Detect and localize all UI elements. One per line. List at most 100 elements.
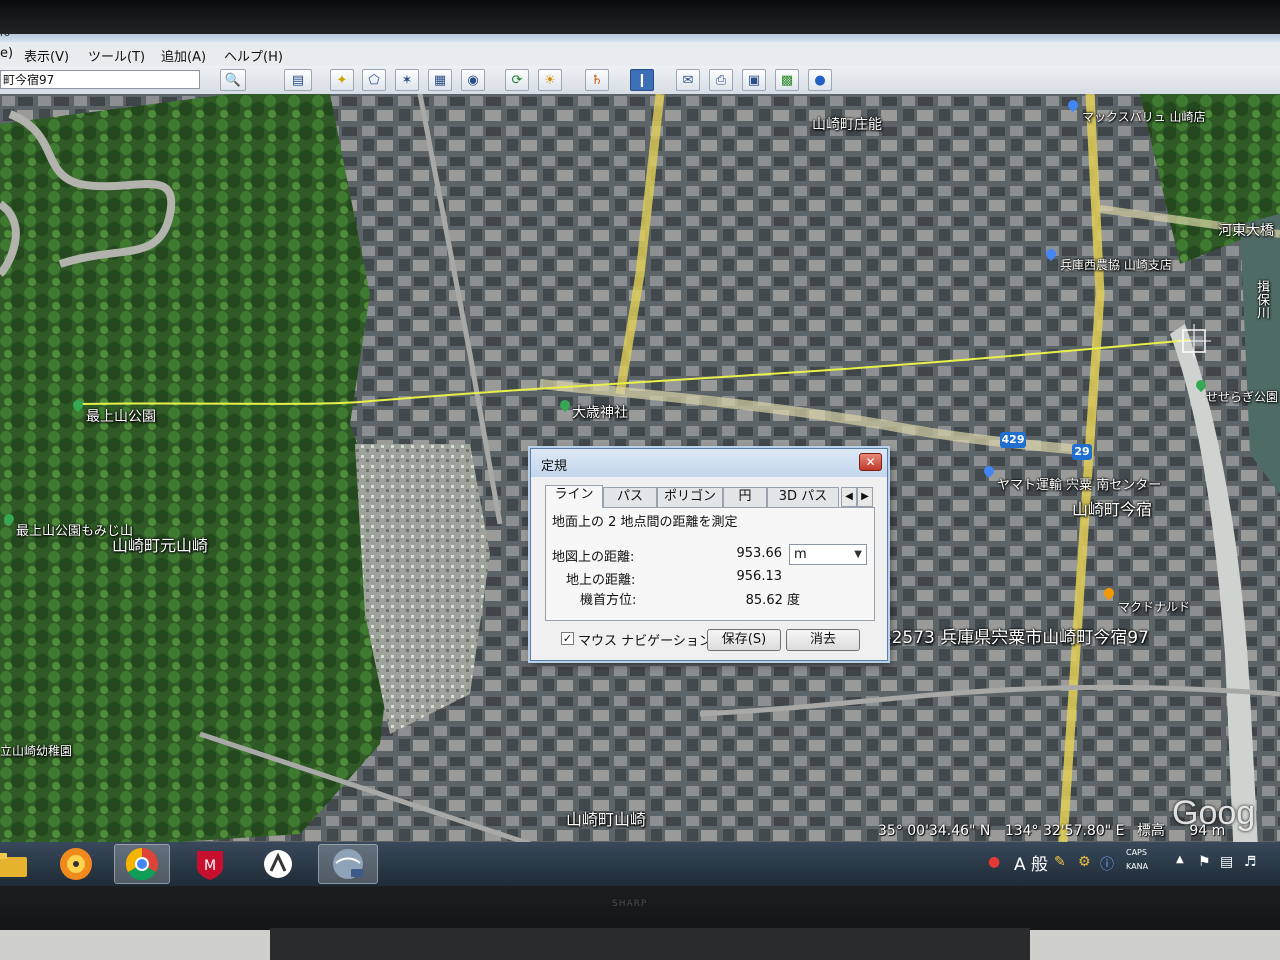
network-icon[interactable]: ▤ — [1220, 854, 1233, 870]
sunlight-icon[interactable]: ☀ — [538, 69, 562, 91]
line-tab-panel: 地面上の 2 地点間の距離を測定 地図上の距離: 953.66 m ▼ 地上の距… — [545, 507, 875, 621]
ground-distance-value: 956.13 — [736, 569, 783, 584]
map-label[interactable]: 揖保川 — [1252, 280, 1271, 319]
map-label[interactable]: マクドナルド — [1118, 598, 1190, 615]
map-label[interactable]: 山崎町庄能 — [812, 114, 882, 134]
ruler-icon[interactable]: ❙ — [630, 69, 654, 91]
mouse-navigation-checkbox[interactable]: ✓ — [561, 632, 574, 645]
show-hidden-icons-chevron-icon[interactable]: ▲ — [1176, 854, 1184, 865]
close-icon[interactable]: ✕ — [859, 453, 882, 471]
map-label[interactable]: せせらぎ公園 — [1206, 388, 1278, 405]
clear-button[interactable]: 消去 — [786, 629, 860, 651]
dialog-titlebar[interactable]: 定規 ✕ — [531, 449, 887, 477]
ime-pad-icon[interactable]: ✎ — [1054, 854, 1066, 870]
chrome-icon[interactable] — [114, 844, 170, 884]
heading-label: 機首方位: — [580, 593, 637, 608]
history-icon[interactable]: ⟳ — [505, 69, 529, 91]
menu-help[interactable]: ヘルプ(H) — [224, 46, 283, 65]
print-icon[interactable]: ⎙ — [709, 69, 733, 91]
placemark-icon[interactable]: ✦ — [330, 69, 354, 91]
map-label[interactable]: ヤマト運輸 宍粟 南センター — [997, 474, 1161, 493]
save-button[interactable]: 保存(S) — [707, 629, 781, 651]
tab-scroll-left-icon[interactable]: ◀ — [841, 487, 857, 507]
screen: ro e) 表示(V) ツール(T) 追加(A) ヘルプ(H) 町今宿97 🔍 … — [0, 34, 1280, 886]
ground-distance-label: 地上の距離: — [566, 573, 636, 588]
earth-icon[interactable]: ● — [808, 69, 832, 91]
media-player-icon[interactable] — [48, 844, 104, 884]
monitor-stand — [270, 928, 1030, 960]
svg-text:M: M — [204, 858, 216, 874]
menu-tools[interactable]: ツール(T) — [88, 46, 145, 65]
volume-icon[interactable]: ♬ — [1244, 854, 1257, 870]
latitude-readout: 35° 00'34.46" N — [878, 823, 991, 839]
tour-icon[interactable]: ◉ — [461, 69, 485, 91]
map-label[interactable]: 最上山公園 — [86, 406, 156, 426]
search-icon[interactable]: 🔍 — [220, 69, 246, 91]
path-icon[interactable]: ✶ — [395, 69, 419, 91]
map-distance-value: 953.66 — [736, 546, 783, 561]
map-label[interactable]: 山崎町山崎 — [566, 806, 646, 830]
map-label[interactable]: 山崎町元山崎 — [112, 532, 208, 556]
map-label[interactable]: 山崎町今宿 — [1072, 496, 1152, 520]
action-center-flag-icon[interactable]: ⚑ — [1198, 854, 1211, 870]
map-label[interactable]: 大歳神社 — [572, 402, 628, 422]
search-input[interactable]: 町今宿97 — [0, 70, 200, 89]
google-earth-pro-icon[interactable] — [318, 844, 378, 884]
email-icon[interactable]: ✉ — [676, 69, 700, 91]
planets-icon[interactable]: ♄ — [585, 69, 609, 91]
tab-line[interactable]: ライン — [545, 485, 603, 508]
menu-file-edge[interactable]: e) — [0, 46, 13, 61]
sidebar-icon[interactable]: ▤ — [284, 69, 312, 91]
tab-3d-path[interactable]: 3D パス — [767, 487, 839, 507]
file-explorer-icon[interactable] — [0, 844, 38, 884]
longitude-readout: 134° 32'57.80" E — [1004, 823, 1125, 839]
route-shield-29: 29 — [1072, 444, 1092, 460]
route-shield-429: 429 — [1000, 432, 1026, 448]
save-image-icon[interactable]: ▣ — [742, 69, 766, 91]
monitor-bezel-top — [0, 0, 1280, 34]
mouse-navigation-label: マウス ナビゲーション — [578, 634, 712, 649]
polygon-icon[interactable]: ⬠ — [362, 69, 386, 91]
measure-description: 地面上の 2 地点間の距離を測定 — [552, 515, 738, 530]
map-label[interactable]: 立山崎幼稚園 — [0, 742, 72, 759]
arc-app-icon[interactable] — [250, 844, 306, 884]
search-result-address[interactable]: 671-2573 兵庫県宍粟市山崎町今宿97 — [853, 623, 1149, 648]
tab-path[interactable]: パス — [603, 487, 657, 507]
map-distance-label: 地図上の距離: — [552, 550, 635, 565]
toolbar: 町今宿97 🔍 ▤ ✦ ⬠ ✶ ▦ ◉ ⟳ ☀ ♄ ❙ ✉ ⎙ ▣ ▩ ● — [0, 66, 1280, 95]
map-label[interactable]: マックスバリュ 山崎店 — [1082, 108, 1205, 125]
maps-icon[interactable]: ▩ — [775, 69, 799, 91]
mcafee-icon[interactable]: M — [182, 844, 238, 884]
help-icon[interactable]: ⓘ — [1100, 854, 1114, 874]
dialog-title: 定規 — [541, 459, 568, 474]
ime-tools-icon[interactable]: ⚙ — [1078, 854, 1091, 870]
map-label[interactable]: 河東大橋 — [1218, 220, 1274, 240]
elevation-readout: 94 m — [1189, 823, 1226, 839]
taskbar: M ● A 般 ✎ ⚙ ⓘ CAPS KANA ▲ ⚑ ▤ ♬ — [0, 842, 1280, 886]
window-titlebar[interactable]: ro — [0, 34, 1280, 42]
overlay-icon[interactable]: ▦ — [428, 69, 452, 91]
tray-alert-icon[interactable]: ● — [988, 854, 1000, 870]
elevation-label: 標高 — [1136, 823, 1165, 839]
status-bar: 35° 00'34.46" N 134° 32'57.80" E 標高 94 m — [878, 820, 1225, 840]
menu-view[interactable]: 表示(V) — [24, 46, 69, 65]
chevron-down-icon: ▼ — [854, 549, 862, 560]
heading-value: 85.62 度 — [745, 593, 800, 608]
tab-scroll-right-icon[interactable]: ▶ — [857, 487, 873, 507]
menu-add[interactable]: 追加(A) — [161, 46, 206, 65]
ime-mode-indicator[interactable]: A 般 — [1014, 850, 1048, 875]
kana-indicator: KANA — [1126, 862, 1149, 871]
menu-bar: e) 表示(V) ツール(T) 追加(A) ヘルプ(H) — [0, 42, 1280, 66]
monitor-brand-logo: SHARP — [612, 899, 648, 909]
unit-select[interactable]: m ▼ — [789, 544, 867, 565]
caps-indicator: CAPS — [1126, 848, 1147, 857]
ruler-dialog: 定規 ✕ ライン パス ポリゴン 円 3D パス ◀ ▶ 地面上の 2 地点間の… — [530, 448, 888, 661]
ruler-tabs: ライン パス ポリゴン 円 3D パス ◀ ▶ — [545, 485, 875, 508]
tab-circle[interactable]: 円 — [723, 487, 767, 507]
desk-surface — [0, 930, 270, 960]
window-title-fragment: ro — [0, 34, 10, 39]
map-label[interactable]: 兵庫西農協 山崎支店 — [1060, 256, 1172, 273]
desk-surface — [1030, 930, 1280, 960]
unit-selected-value: m — [794, 547, 807, 562]
tab-polygon[interactable]: ポリゴン — [657, 487, 723, 507]
